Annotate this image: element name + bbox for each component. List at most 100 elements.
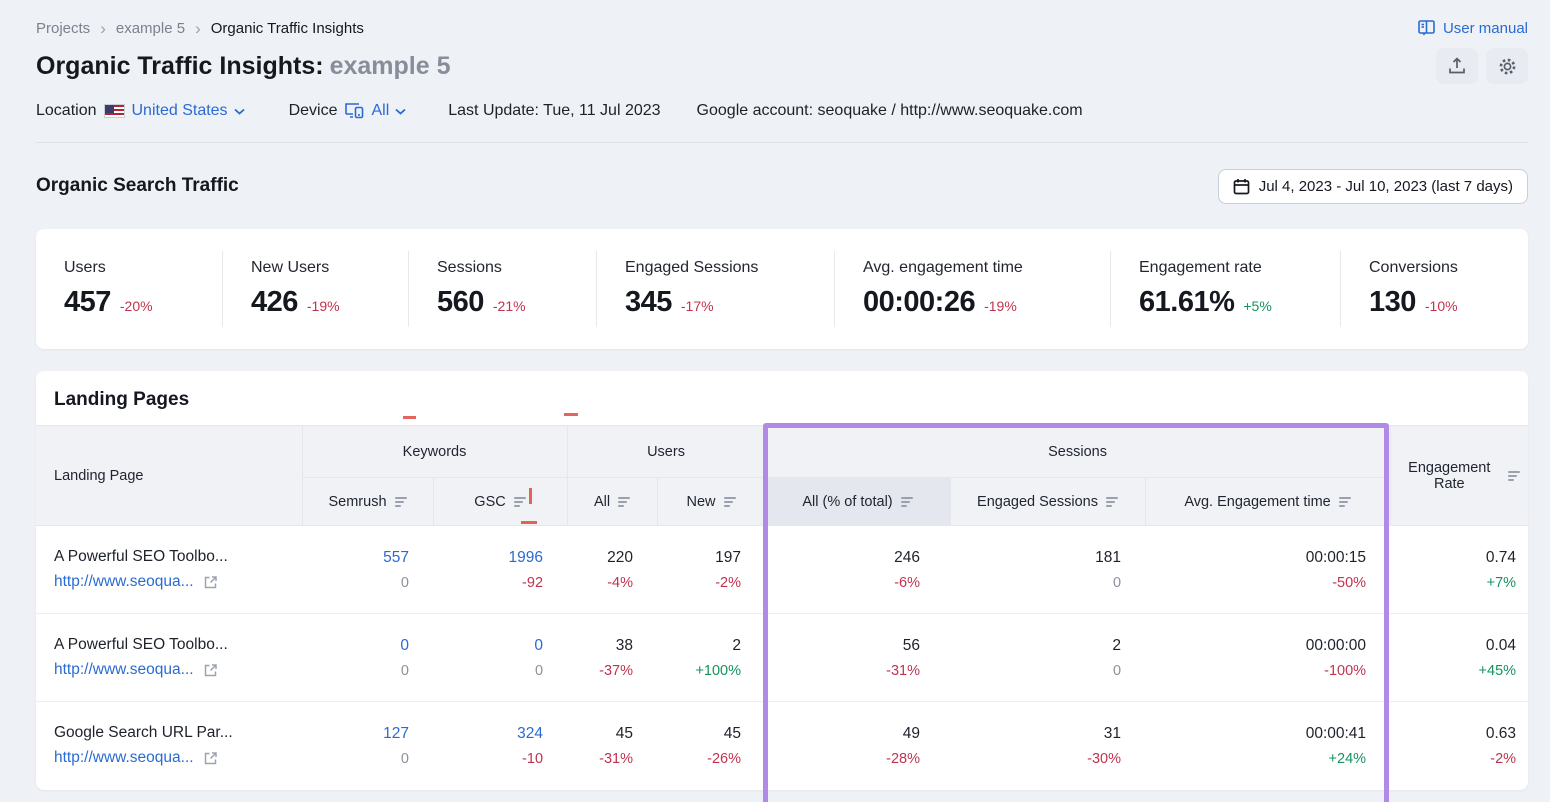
us-flag-icon [104,104,125,118]
sort-icon[interactable] [514,497,526,507]
users-all-cell: 45 -31% [567,702,657,790]
metric-engagement-rate: Engagement rate 61.61% +5% [1110,251,1340,327]
export-button[interactable] [1436,48,1478,84]
breadcrumb-projects[interactable]: Projects [36,20,90,37]
col-header-engagement-rate: Engagement Rate [1390,426,1528,526]
metric-value: 61.61% [1139,286,1234,319]
landing-page-link[interactable]: http://www.seoqua... [54,749,194,767]
breadcrumb-separator-icon: › [195,20,201,37]
sort-icon[interactable] [901,497,913,507]
metric-value: 00:00:26 [863,286,975,319]
top-bar: Projects › example 5 › Organic Traffic I… [0,0,1550,143]
sort-icon[interactable] [1106,497,1118,507]
device-filter[interactable]: Device All [289,102,407,120]
last-update: Last Update: Tue, 11 Jul 2023 [448,102,660,120]
landing-pages-card: Landing Pages Landing Page Keywords User… [36,371,1528,790]
col-header-semrush: Semrush [302,478,433,526]
table-row: A Powerful SEO Toolbo... http://www.seoq… [36,614,1528,702]
col-header-avg-engagement-time: Avg. Engagement time [1145,478,1390,526]
col-header-gsc: GSC [433,478,567,526]
sort-icon[interactable] [395,497,407,507]
col-header-users-new: New [657,478,765,526]
metric-value: 345 [625,286,672,319]
book-icon [1418,20,1436,36]
sessions-all-cell: 246 -6% [765,526,950,614]
device-value: All [371,102,389,120]
user-manual-link[interactable]: User manual [1418,20,1528,37]
metric-new-users: New Users 426 -19% [222,251,408,327]
metric-delta: -19% [307,298,340,314]
export-icon [1448,57,1466,75]
metric-conversions: Conversions 130 -10% [1340,251,1528,327]
google-account: Google account: seoquake / http://www.se… [697,102,1083,120]
external-link-icon[interactable] [203,750,219,766]
metric-value: 560 [437,286,484,319]
users-all-cell: 38 -37% [567,614,657,702]
gsc-cell: 324 -10 [433,702,567,790]
gsc-cell: 0 0 [433,614,567,702]
landing-page-link[interactable]: http://www.seoqua... [54,573,194,591]
calendar-icon [1233,178,1250,195]
metric-delta: -20% [120,298,153,314]
landing-pages-table: Landing Page Keywords Users Sessions Eng… [36,425,1528,790]
col-group-keywords: Keywords [302,426,567,478]
page-title: Organic Traffic Insights:example 5 [36,52,450,81]
gsc-cell: 1996 -92 [433,526,567,614]
table-row: Google Search URL Par... http://www.seoq… [36,702,1528,790]
sort-icon[interactable] [1508,471,1520,481]
breadcrumb-project[interactable]: example 5 [116,20,185,37]
avg-engagement-time-cell: 00:00:41 +24% [1145,702,1390,790]
engagement-rate-cell: 0.04 +45% [1390,614,1528,702]
landing-page-link[interactable]: http://www.seoqua... [54,661,194,679]
metric-delta: -19% [984,298,1017,314]
sort-icon[interactable] [724,497,736,507]
landing-page-cell: A Powerful SEO Toolbo... http://www.seoq… [36,614,302,702]
col-header-landing-page: Landing Page [36,426,302,526]
col-group-users: Users [567,426,765,478]
engagement-rate-cell: 0.74 +7% [1390,526,1528,614]
external-link-icon[interactable] [203,574,219,590]
metric-delta: -21% [493,298,526,314]
landing-page-title: A Powerful SEO Toolbo... [54,548,302,566]
col-group-sessions: Sessions [765,426,1390,478]
landing-page-cell: A Powerful SEO Toolbo... http://www.seoq… [36,526,302,614]
metric-engaged-sessions: Engaged Sessions 345 -17% [596,251,834,327]
breadcrumb: Projects › example 5 › Organic Traffic I… [36,20,364,37]
organic-search-traffic-title: Organic Search Traffic [36,175,239,197]
sessions-all-cell: 49 -28% [765,702,950,790]
sessions-all-cell: 56 -31% [765,614,950,702]
device-label: Device [289,102,338,120]
semrush-cell: 127 0 [302,702,433,790]
table-row: A Powerful SEO Toolbo... http://www.seoq… [36,526,1528,614]
metric-value: 130 [1369,286,1416,319]
landing-pages-title: Landing Pages [54,389,1510,411]
metric-value: 426 [251,286,298,319]
metric-delta: +5% [1243,298,1271,314]
col-header-engaged-sessions: Engaged Sessions [950,478,1145,526]
landing-page-title: Google Search URL Par... [54,724,302,742]
avg-engagement-time-cell: 00:00:00 -100% [1145,614,1390,702]
external-link-icon[interactable] [203,662,219,678]
metrics-summary: Users 457 -20% New Users 426 -19% Sessio… [36,229,1528,349]
location-label: Location [36,102,97,120]
users-new-cell: 197 -2% [657,526,765,614]
users-all-cell: 220 -4% [567,526,657,614]
metric-users: Users 457 -20% [36,251,222,327]
gear-icon [1498,57,1517,76]
semrush-cell: 557 0 [302,526,433,614]
col-header-users-all: All [567,478,657,526]
users-new-cell: 2 +100% [657,614,765,702]
header-divider [36,142,1528,143]
date-range-picker[interactable]: Jul 4, 2023 - Jul 10, 2023 (last 7 days) [1218,169,1528,204]
sort-icon[interactable] [1339,497,1351,507]
location-filter[interactable]: Location United States [36,102,245,120]
metric-avg-engagement-time: Avg. engagement time 00:00:26 -19% [834,251,1110,327]
breadcrumb-current: Organic Traffic Insights [211,20,364,37]
landing-page-title: A Powerful SEO Toolbo... [54,636,302,654]
settings-button[interactable] [1486,48,1528,84]
metric-delta: -10% [1425,298,1458,314]
landing-page-cell: Google Search URL Par... http://www.seoq… [36,702,302,790]
sort-icon[interactable] [618,497,630,507]
page-title-project: example 5 [330,52,451,80]
metric-sessions: Sessions 560 -21% [408,251,596,327]
